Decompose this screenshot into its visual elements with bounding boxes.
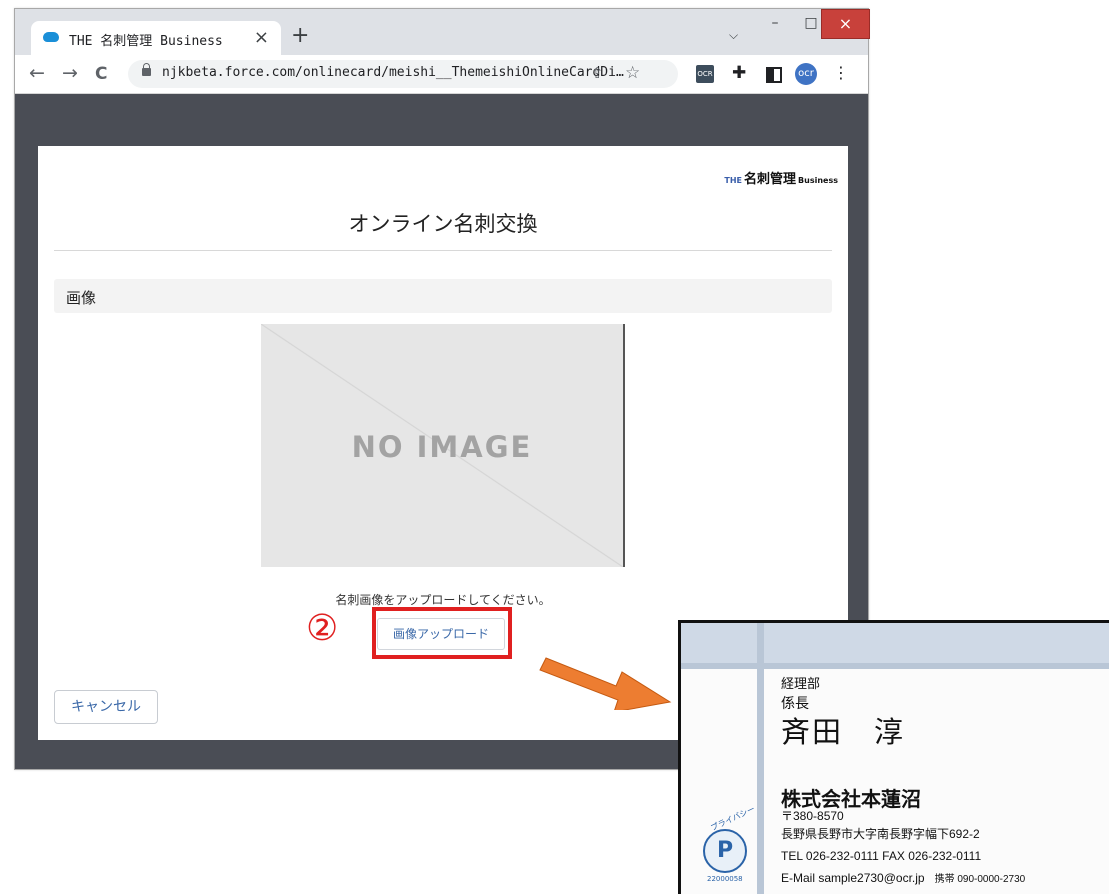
- browser-tab[interactable]: THE 名刺管理 Business ×: [31, 21, 281, 55]
- url-text[interactable]: njkbeta.force.com/onlinecard/meishi__The…: [162, 65, 624, 80]
- tab-search-icon[interactable]: ⌵: [729, 28, 738, 43]
- card-phone: TEL 026-232-0111 FAX 026-232-0111: [781, 849, 982, 863]
- card-v-line: [757, 623, 764, 894]
- window-minimize-button[interactable]: –: [757, 9, 793, 37]
- side-panel-icon[interactable]: [766, 67, 782, 83]
- upload-instruction: 名刺画像をアップロードしてください。: [335, 593, 551, 607]
- card-mobile: 携帯 090-0000-2730: [934, 874, 1026, 885]
- address-bar[interactable]: njkbeta.force.com/onlinecard/meishi__The…: [128, 60, 678, 88]
- browser-toolbar: ← → C njkbeta.force.com/onlinecard/meish…: [15, 55, 868, 94]
- privacy-mark-text: プライバシー: [709, 804, 757, 833]
- section-label: 画像: [66, 289, 97, 307]
- card-address: 長野県長野市大字南長野字幅下692-2: [781, 827, 980, 841]
- reload-icon[interactable]: C: [95, 64, 107, 84]
- brand-suffix: Business: [798, 176, 838, 185]
- forward-arrow-icon[interactable]: →: [62, 62, 78, 84]
- tab-close-icon[interactable]: ×: [254, 27, 269, 48]
- bookmark-star-icon[interactable]: ☆: [625, 63, 640, 83]
- brand-prefix: THE: [724, 176, 743, 185]
- tab-strip: THE 名刺管理 Business × + ⌵ – □ ×: [15, 9, 870, 55]
- no-image-label: NO IMAGE: [351, 430, 533, 464]
- cancel-button[interactable]: キャンセル: [54, 690, 158, 724]
- extensions-puzzle-icon[interactable]: ✚: [732, 63, 746, 83]
- new-tab-button[interactable]: +: [291, 23, 309, 48]
- profile-avatar[interactable]: ocr: [795, 63, 817, 85]
- sample-business-card: 経理部 係長 斉田 淳 株式会社本蓮沼 〒380-8570 長野県長野市大字南長…: [678, 620, 1109, 894]
- card-email-line: E-Mail sample2730@ocr.jp 携帯 090-0000-2730: [781, 870, 1025, 885]
- brand-logo: THE 名刺管理 Business: [724, 168, 838, 187]
- brand-main: 名刺管理: [744, 172, 797, 187]
- lock-icon: [142, 63, 151, 76]
- no-image-placeholder: NO IMAGE: [261, 324, 625, 567]
- share-icon[interactable]: ⇪: [591, 64, 604, 82]
- cloud-favicon-icon: [43, 32, 59, 42]
- privacy-mark-number: 22000058: [707, 875, 743, 883]
- card-h-line: [681, 663, 1109, 669]
- image-section-header: 画像: [54, 279, 832, 313]
- card-postal: 〒380-8570: [781, 809, 844, 823]
- highlight-box: [372, 607, 512, 659]
- page-title: オンライン名刺交換: [348, 212, 538, 236]
- card-name: 斉田 淳: [781, 717, 906, 749]
- browser-menu-icon[interactable]: ⋮: [833, 63, 849, 82]
- card-band: [681, 623, 1109, 663]
- title-divider: [54, 250, 832, 251]
- card-department: 経理部: [781, 676, 821, 691]
- tab-title: THE 名刺管理 Business: [69, 34, 223, 49]
- orange-arrow-icon: [539, 657, 672, 710]
- card-email: E-Mail sample2730@ocr.jp: [781, 871, 925, 885]
- ocr-extension-icon[interactable]: OCR: [696, 65, 714, 83]
- privacy-mark-icon: P: [703, 829, 747, 873]
- back-arrow-icon[interactable]: ←: [29, 62, 45, 84]
- window-close-button[interactable]: ×: [821, 9, 870, 39]
- step-number: ②: [306, 608, 339, 649]
